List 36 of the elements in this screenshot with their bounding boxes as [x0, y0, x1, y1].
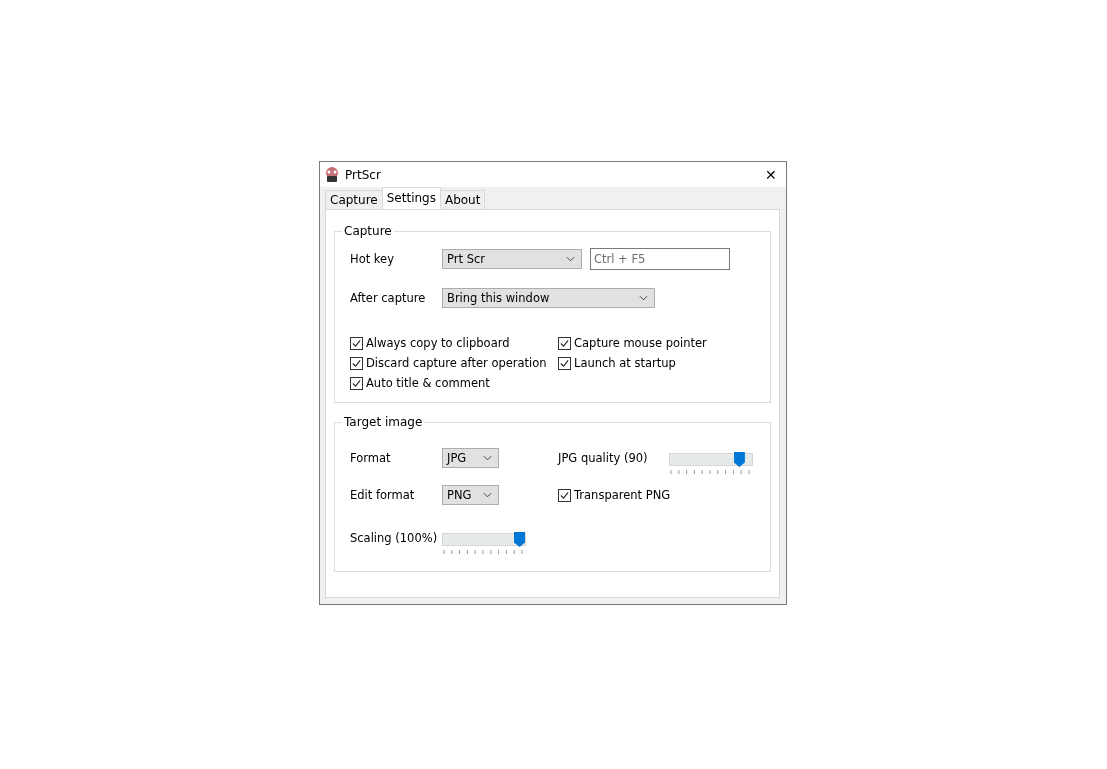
field-label: Hot key — [350, 252, 395, 266]
tab[interactable]: About — [439, 190, 486, 209]
app-icon — [324, 166, 340, 183]
field-label: After capture — [350, 291, 427, 305]
checkbox[interactable] — [558, 336, 571, 350]
window-title: PrtScr — [345, 167, 382, 182]
tab[interactable]: Capture — [325, 190, 383, 209]
dropdown[interactable]: Bring this window — [442, 288, 655, 308]
slider-thumb[interactable] — [514, 532, 525, 547]
checkbox-option[interactable]: Launch at startup — [558, 356, 755, 370]
chevron-down-icon — [639, 295, 648, 301]
checkbox-option[interactable]: Transparent PNG — [558, 488, 671, 502]
tab[interactable]: Settings — [381, 187, 441, 209]
checkbox[interactable] — [350, 376, 363, 390]
checkbox[interactable] — [558, 356, 571, 370]
checkbox-option[interactable]: Discard capture after operation — [350, 356, 558, 370]
checkbox-option[interactable]: Capture mouse pointer — [558, 336, 755, 350]
dropdown[interactable]: PNG — [442, 485, 499, 505]
chevron-down-icon — [483, 455, 492, 461]
checkbox[interactable] — [350, 336, 363, 350]
dropdown[interactable]: Prt Scr — [442, 249, 582, 269]
checkbox[interactable] — [558, 488, 571, 502]
slider-thumb[interactable] — [733, 452, 745, 467]
chevron-down-icon — [483, 492, 492, 498]
slider-label: JPG quality (90) — [558, 451, 649, 465]
field-label: Format — [350, 451, 392, 465]
field-label: Edit format — [350, 488, 416, 502]
checkbox[interactable] — [350, 356, 363, 370]
dropdown[interactable]: JPG — [442, 448, 499, 468]
close-button[interactable]: ✕ — [756, 162, 786, 187]
group-title: Capture — [343, 224, 393, 238]
slider-label: Scaling (100%) — [350, 531, 439, 545]
group-title: Target image — [343, 415, 424, 429]
checkbox-option[interactable]: Auto title & comment — [350, 376, 558, 390]
checkbox-option[interactable]: Always copy to clipboard — [350, 336, 558, 350]
chevron-down-icon — [566, 256, 575, 262]
